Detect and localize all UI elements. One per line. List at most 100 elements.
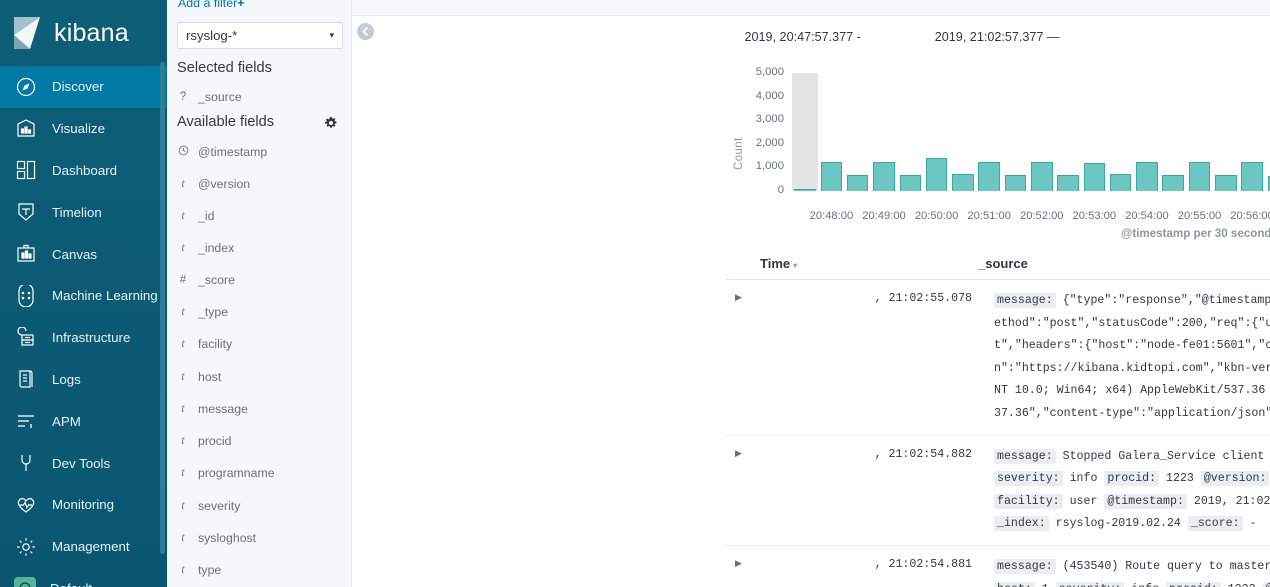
y-axis-tick: 5,000 bbox=[755, 66, 784, 78]
chart-bar[interactable] bbox=[873, 162, 895, 191]
sidebar-item-label: Default bbox=[50, 581, 92, 587]
sidebar-scrollbar[interactable] bbox=[160, 62, 165, 554]
sidebar-item-canvas[interactable]: Canvas bbox=[0, 233, 167, 275]
chart-bar[interactable] bbox=[820, 162, 843, 191]
field-item-_source[interactable]: ? _source bbox=[177, 90, 242, 104]
infrastructure-icon bbox=[14, 326, 38, 350]
time-range-to[interactable]: 2019, 21:02:57.377 — bbox=[935, 30, 1060, 44]
field-item-procid[interactable]: t procid bbox=[177, 434, 231, 448]
dashboard-icon bbox=[14, 158, 38, 182]
chart-bar[interactable] bbox=[1083, 162, 1106, 191]
field-item-host[interactable]: t host bbox=[177, 370, 221, 384]
chart-bar[interactable] bbox=[794, 189, 816, 191]
x-axis-label: @timestamp per 30 seconds bbox=[1121, 227, 1270, 240]
sidebar-item-dashboard[interactable]: Dashboard bbox=[0, 150, 167, 192]
chart-bar[interactable] bbox=[978, 161, 1000, 191]
sidebar-item-label: Dashboard bbox=[52, 162, 118, 178]
unknown-type-icon: ? bbox=[179, 91, 187, 103]
field-label: programname bbox=[198, 466, 275, 480]
chart-bar[interactable] bbox=[1188, 161, 1211, 191]
chart-bar[interactable] bbox=[1241, 161, 1263, 191]
table-row[interactable]: ▶, 21:02:54.881 message: (453540) Route q… bbox=[726, 546, 1270, 587]
column-header-time[interactable]: Time ▾ bbox=[760, 256, 978, 271]
heartbeat-icon bbox=[14, 493, 38, 517]
string-type-icon: t bbox=[181, 532, 185, 544]
add-filter-button[interactable]: Add a filter+ bbox=[178, 0, 244, 10]
expand-row-caret-icon[interactable]: ▶ bbox=[726, 446, 752, 536]
sidebar-item-management[interactable]: Management bbox=[0, 526, 167, 568]
sidebar-item-label: Discover bbox=[52, 79, 104, 95]
chart-bar[interactable] bbox=[1215, 175, 1237, 191]
y-axis-ticks: 5,000 4,000 3,000 2,000 1,000 0 bbox=[748, 60, 784, 196]
field-item-@timestamp[interactable]: @timestamp bbox=[177, 145, 267, 159]
field-item-programname[interactable]: t programname bbox=[177, 466, 275, 480]
string-type-icon: t bbox=[181, 210, 185, 222]
clock-icon bbox=[177, 145, 189, 159]
field-key: @version: bbox=[1262, 581, 1270, 587]
field-value: {"type":"response","@timestamp":"2019-02… bbox=[994, 294, 1270, 420]
sidebar-item-discover[interactable]: Discover bbox=[0, 66, 167, 108]
string-type-icon: t bbox=[181, 371, 185, 383]
chart-bar[interactable] bbox=[1109, 174, 1132, 191]
sidebar-item-machine-learning[interactable]: Machine Learning bbox=[0, 275, 167, 317]
index-pattern-value: rsyslog-* bbox=[186, 28, 238, 43]
field-item-_type[interactable]: t _type bbox=[177, 305, 228, 319]
wrench-icon bbox=[14, 451, 38, 475]
expand-row-caret-icon[interactable]: ▶ bbox=[726, 290, 752, 426]
field-item-facility[interactable]: t facility bbox=[177, 337, 232, 351]
time-range-display[interactable]: 2019, 20:47:57.377 - 2019, 21:02:57.377 — bbox=[602, 30, 1202, 44]
field-key: severity: bbox=[994, 471, 1063, 487]
chart-bar[interactable] bbox=[1162, 174, 1184, 191]
field-value: 1223 bbox=[1159, 472, 1201, 486]
field-key: message: bbox=[994, 448, 1056, 464]
sidebar-item-label: Visualize bbox=[52, 121, 105, 137]
chart-plot-area[interactable]: 20:48:00 20:49:00 20:50:00 20:51:00 20:52:00… bbox=[792, 73, 1270, 240]
field-item-_id[interactable]: t _id bbox=[177, 209, 214, 223]
field-label: _score bbox=[198, 273, 235, 287]
sidebar-item-infrastructure[interactable]: Infrastructure bbox=[0, 317, 167, 359]
machine-learning-icon bbox=[14, 284, 38, 308]
field-item-type[interactable]: t type bbox=[177, 563, 221, 577]
sidebar-item-dev-tools[interactable]: Dev Tools bbox=[0, 442, 167, 484]
field-item-message[interactable]: t message bbox=[177, 402, 248, 416]
sidebar-item-monitoring[interactable]: Monitoring bbox=[0, 484, 167, 526]
chart-bar[interactable] bbox=[952, 174, 974, 191]
field-item-_score[interactable]: # _score bbox=[177, 273, 235, 287]
cell-time: , 21:02:54.881 bbox=[752, 556, 978, 587]
apm-icon bbox=[14, 409, 38, 433]
sidebar-item-timelion[interactable]: Timelion bbox=[0, 191, 167, 233]
chart-bar[interactable] bbox=[899, 175, 922, 191]
table-row[interactable]: ▶, 21:02:55.078 message: {"type":"respons… bbox=[726, 280, 1270, 436]
kibana-brand[interactable]: kibana bbox=[0, 0, 167, 66]
histogram-chart[interactable]: Count 5,000 4,000 3,000 2,000 1,000 0 20:48:0… bbox=[352, 60, 1270, 240]
query-bar-strip bbox=[352, 0, 1270, 16]
gear-icon[interactable] bbox=[325, 117, 337, 129]
x-axis-tick: 20:50:00 bbox=[914, 210, 959, 222]
field-item-_index[interactable]: t _index bbox=[177, 241, 234, 255]
field-item-@version[interactable]: t @version bbox=[177, 177, 250, 191]
chart-bar[interactable] bbox=[1136, 161, 1158, 191]
chart-bar[interactable] bbox=[925, 157, 948, 191]
sidebar-item-label: Canvas bbox=[52, 246, 98, 262]
time-range-from[interactable]: 2019, 20:47:57.377 - bbox=[745, 30, 861, 44]
sidebar-item-logs[interactable]: Logs bbox=[0, 359, 167, 401]
documents-table[interactable]: Time ▾ _source ▶, 21:02:55.078 message: {"… bbox=[726, 248, 1270, 587]
sidebar-item-apm[interactable]: APM bbox=[0, 400, 167, 442]
field-item-severity[interactable]: t severity bbox=[177, 499, 240, 513]
table-row[interactable]: ▶, 21:02:54.882 message: Stopped Galera_S… bbox=[726, 436, 1270, 546]
sidebar-item-visualize[interactable]: Visualize bbox=[0, 108, 167, 150]
expand-row-caret-icon[interactable]: ▶ bbox=[726, 556, 752, 587]
column-header-source[interactable]: _source bbox=[978, 256, 1028, 271]
field-value: (453540) Route query to master: server2 … bbox=[1062, 559, 1270, 573]
chevron-left-circle-icon[interactable] bbox=[356, 22, 375, 41]
field-label: _index bbox=[198, 241, 235, 255]
field-item-sysloghost[interactable]: t sysloghost bbox=[177, 531, 256, 545]
index-pattern-select[interactable]: rsyslog-* ▾ bbox=[177, 22, 343, 49]
field-label: @timestamp bbox=[198, 145, 268, 159]
chart-bar[interactable] bbox=[1057, 174, 1079, 191]
sidebar-item-default-space[interactable]: Default bbox=[0, 568, 167, 587]
chart-bar[interactable] bbox=[846, 174, 869, 191]
chart-bar[interactable] bbox=[1030, 161, 1053, 191]
sort-caret-icon: ▾ bbox=[793, 261, 798, 270]
chart-bar[interactable] bbox=[1004, 174, 1027, 191]
